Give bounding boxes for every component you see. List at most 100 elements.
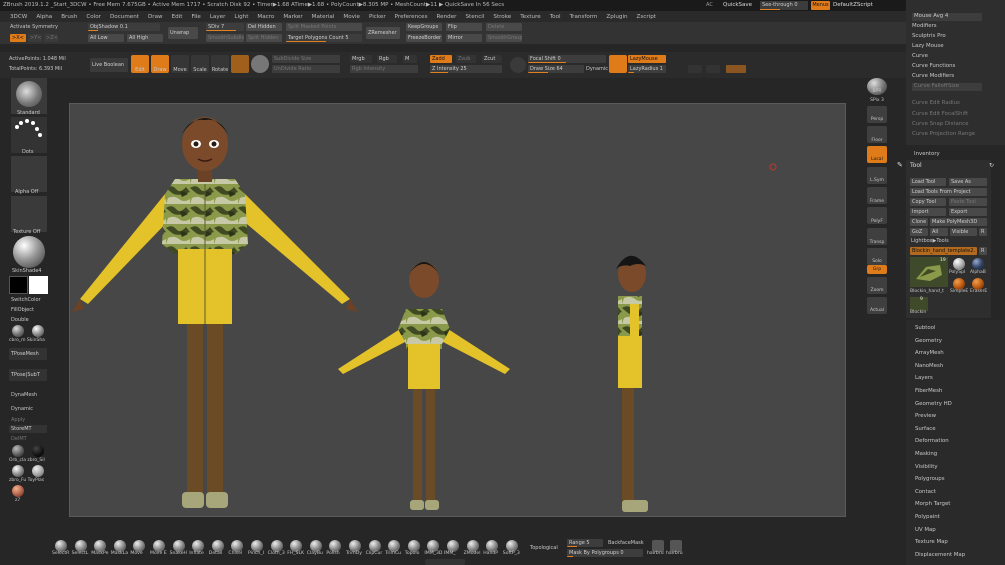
matcap-3-icon[interactable]: [12, 445, 24, 457]
r-button-2[interactable]: R: [979, 247, 987, 255]
flip-button[interactable]: Flip: [446, 23, 482, 31]
storemt-button[interactable]: StoreMT: [9, 425, 47, 433]
z-intensity-slider[interactable]: Z Intensity 25: [430, 65, 502, 73]
curve-size-slider[interactable]: Size: [948, 83, 959, 89]
switchcolor-button[interactable]: SwitchColor: [11, 297, 41, 303]
sym-z-toggle[interactable]: >Z<: [44, 34, 58, 42]
backfacemask-toggle[interactable]: BackfaceMask: [608, 540, 644, 546]
menu-zscript[interactable]: Zscript: [637, 14, 656, 20]
draw-size-slider[interactable]: Draw Size 64: [528, 65, 584, 73]
menu-color[interactable]: Color: [86, 14, 101, 20]
menu-stencil[interactable]: Stencil: [465, 14, 484, 20]
material-sphere-icon[interactable]: [13, 236, 45, 268]
menu-stroke[interactable]: Stroke: [493, 14, 511, 20]
subpalette-masking[interactable]: Masking: [915, 451, 937, 457]
mrgb-button[interactable]: Mrgb: [350, 55, 372, 63]
obj-shadow-slider[interactable]: ObjShadow 0.1: [88, 23, 160, 31]
activate-symmetry-label[interactable]: Activate Symmetry: [10, 23, 58, 31]
stroke-item-6[interactable]: Curve Modifiers: [912, 73, 954, 79]
menu-layer[interactable]: Layer: [210, 14, 226, 20]
subpalette-geometry[interactable]: Geometry: [915, 338, 942, 344]
paste-tool-button[interactable]: Paste Tool: [949, 198, 987, 206]
del-hidden-button[interactable]: Del Hidden: [246, 23, 282, 31]
save-as-button[interactable]: Save As: [949, 178, 987, 186]
menu-material[interactable]: Material: [312, 14, 335, 20]
lazymouse-button[interactable]: LazyMouse: [628, 55, 666, 63]
dynamesh-button[interactable]: DynaMesh: [11, 392, 37, 398]
defaultzscript-button[interactable]: DefaultZScript: [833, 2, 873, 8]
matcap-4-icon[interactable]: [32, 445, 44, 457]
subpalette-subtool[interactable]: Subtool: [915, 325, 935, 331]
rgb-button[interactable]: Rgb: [377, 55, 397, 63]
menu-file[interactable]: File: [191, 14, 200, 20]
delmt-button[interactable]: DelMT: [11, 436, 27, 442]
lazymouse-icon[interactable]: [609, 55, 627, 73]
menu-zplugin[interactable]: Zplugin: [606, 14, 627, 20]
see-through-slider[interactable]: See-through 0: [760, 1, 808, 10]
menu-3dcw[interactable]: 3DCW: [10, 14, 27, 20]
load-tool-button[interactable]: Load Tool: [910, 178, 946, 186]
step-forward-button[interactable]: [706, 65, 720, 73]
step-back-button[interactable]: [688, 65, 702, 73]
material-swatch-icon[interactable]: [231, 55, 249, 73]
split-hidden-button[interactable]: Split Hidden: [246, 34, 282, 42]
matcap-6-icon[interactable]: [32, 465, 44, 477]
menu-render[interactable]: Render: [437, 14, 457, 20]
current-tool-slider[interactable]: Blockin_hand_template2. 7: [910, 247, 977, 255]
export-button[interactable]: Export: [949, 208, 987, 216]
lightbox-tools-button[interactable]: Lightbox▶Tools: [911, 238, 949, 244]
sym-y-toggle[interactable]: >Y<: [28, 34, 42, 42]
all-high-button[interactable]: All High: [127, 34, 163, 42]
tool-title[interactable]: Tool: [910, 162, 922, 169]
stroke-item-7[interactable]: Curve Falloff: [912, 83, 982, 91]
shelf-scroll-handle[interactable]: [425, 559, 465, 565]
clone-button[interactable]: Clone: [910, 218, 928, 226]
matcap-2-icon[interactable]: [32, 325, 44, 337]
stroke-item-11[interactable]: Curve Projection Range: [912, 131, 975, 137]
menu-edit[interactable]: Edit: [172, 14, 183, 20]
menu-preferences[interactable]: Preferences: [395, 14, 428, 20]
document-canvas[interactable]: [69, 103, 846, 517]
m-button[interactable]: M: [403, 55, 417, 63]
quicksave-button[interactable]: QuickSave: [723, 2, 752, 8]
stroke-icon[interactable]: [510, 57, 526, 73]
stroke-item-3[interactable]: Lazy Mouse: [912, 43, 944, 49]
refresh-icon[interactable]: ↻: [989, 162, 994, 169]
mask-by-polygroups-slider[interactable]: Mask By Polygroups 0: [567, 549, 643, 557]
secondary-color-swatch[interactable]: [29, 276, 48, 294]
stroke-dots-thumb[interactable]: [11, 117, 47, 153]
stroke-item-8[interactable]: Curve Edit Radius: [912, 100, 960, 106]
menu-document[interactable]: Document: [110, 14, 139, 20]
spix-slider[interactable]: SPix 3: [862, 98, 892, 103]
texture-thumb[interactable]: [11, 196, 47, 232]
menu-movie[interactable]: Movie: [343, 14, 360, 20]
stroke-item-2[interactable]: Sculptris Pro: [912, 33, 946, 39]
fillobject-button[interactable]: FillObject: [11, 307, 34, 313]
menu-marker[interactable]: Marker: [283, 14, 302, 20]
visible-button[interactable]: Visible: [950, 228, 977, 236]
topological-toggle[interactable]: Topological: [530, 545, 558, 551]
smooth-groups-button[interactable]: SmoothGroups: [486, 34, 522, 42]
double-button[interactable]: Double: [11, 317, 29, 323]
subpalette-texture-map[interactable]: Texture Map: [915, 539, 948, 545]
menus-button[interactable]: Menus: [811, 1, 830, 10]
stroke-item-5[interactable]: Curve Functions: [912, 63, 955, 69]
subpalette-surface[interactable]: Surface: [915, 426, 936, 432]
range-slider[interactable]: Range 5: [567, 539, 603, 547]
all-low-button[interactable]: All Low: [88, 34, 124, 42]
menu-transform[interactable]: Transform: [570, 14, 598, 20]
menu-picker[interactable]: Picker: [369, 14, 386, 20]
make-polymesh-button[interactable]: Make PolyMesh3D: [930, 218, 987, 226]
inventory-palette[interactable]: Inventory: [914, 151, 940, 157]
zremesher-button[interactable]: ZRemesher: [366, 27, 400, 39]
apply-button[interactable]: Apply: [11, 417, 25, 423]
copy-tool-button[interactable]: Copy Tool: [910, 198, 946, 206]
smooth-subdiv-button[interactable]: SmoothSubdiv: [206, 34, 244, 42]
polysphere-icon[interactable]: [953, 258, 965, 270]
subpalette-preview[interactable]: Preview: [915, 413, 936, 419]
menu-macro[interactable]: Macro: [257, 14, 274, 20]
delete-button[interactable]: Delete: [486, 23, 522, 31]
matcap-7-icon[interactable]: [12, 485, 24, 497]
subpalette-visibility[interactable]: Visibility: [915, 464, 938, 470]
matcap-5-icon[interactable]: [12, 465, 24, 477]
